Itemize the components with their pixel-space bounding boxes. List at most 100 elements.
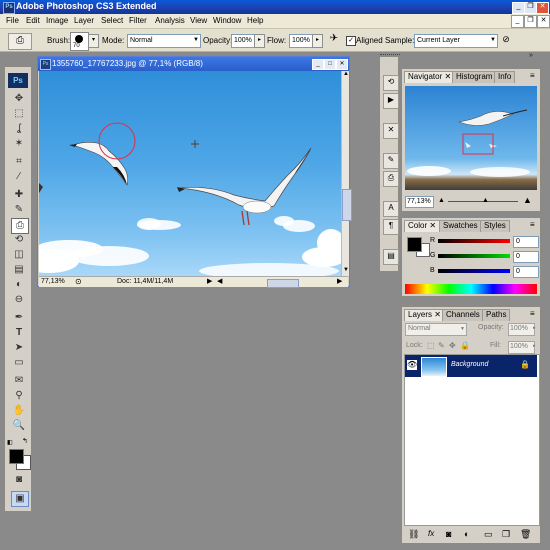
menu-file[interactable]: File	[6, 16, 19, 25]
opacity-arrow-icon[interactable]: ▸	[533, 325, 536, 331]
path-selection-icon[interactable]: ➤	[11, 341, 27, 355]
eyedropper-tool-icon[interactable]: ⚲	[11, 389, 27, 403]
document-close-icon[interactable]: ✕	[336, 59, 348, 70]
pen-tool-icon[interactable]: ✒	[11, 311, 27, 325]
foreground-color-swatch[interactable]	[9, 449, 24, 464]
channel-r-input[interactable]: 0	[513, 236, 539, 248]
dodge-tool-icon[interactable]: ⊖	[11, 293, 27, 307]
swap-colors-icon[interactable]: ↰	[22, 437, 28, 445]
brush-picker[interactable]: 70	[70, 32, 89, 51]
eraser-tool-icon[interactable]: ◫	[11, 248, 27, 262]
opacity-slider-icon[interactable]: ▸	[254, 34, 265, 48]
clone-stamp-preset-icon[interactable]: ⎙	[8, 33, 32, 50]
menu-help[interactable]: Help	[247, 16, 263, 25]
document-minimize-icon[interactable]: _	[312, 59, 324, 70]
menu-filter[interactable]: Filter	[129, 16, 147, 25]
visibility-eye-icon[interactable]: 👁	[407, 360, 417, 370]
status-menu-icon[interactable]: ▶	[207, 277, 212, 285]
zoom-tool-icon[interactable]: 🔍	[11, 419, 27, 433]
scroll-left-icon[interactable]: ◀	[217, 277, 222, 285]
horizontal-scroll-thumb[interactable]	[267, 279, 299, 288]
doc-minimize-icon[interactable]: _	[511, 15, 524, 28]
lock-transparent-icon[interactable]: ⬚	[427, 341, 435, 350]
history-panel-icon[interactable]: ⟲	[383, 75, 399, 91]
fill-arrow-icon[interactable]: ▸	[533, 343, 536, 349]
navigator-zoom-input[interactable]: 77,13%	[405, 196, 434, 208]
menu-view[interactable]: View	[190, 16, 207, 25]
panel-menu-icon[interactable]: ≡	[530, 220, 535, 229]
menu-analysis[interactable]: Analysis	[155, 16, 185, 25]
channel-b-slider[interactable]	[438, 269, 510, 273]
vertical-scrollbar[interactable]: ▲ ▼	[341, 71, 352, 276]
zoom-out-icon[interactable]: ▲	[438, 197, 445, 204]
magic-wand-icon[interactable]: ✶	[11, 137, 27, 151]
scroll-down-icon[interactable]: ▼	[342, 267, 350, 276]
flow-slider-icon[interactable]: ▸	[312, 34, 323, 48]
lock-image-icon[interactable]: ✎	[438, 341, 445, 350]
tab-color[interactable]: Color ✕	[404, 220, 441, 232]
history-brush-icon[interactable]: ⟲	[11, 233, 27, 247]
vertical-scroll-thumb[interactable]	[342, 189, 352, 221]
adjustment-layer-icon[interactable]: ◐	[464, 529, 469, 539]
shape-tool-icon[interactable]: ▭	[11, 356, 27, 370]
clone-stamp-tool-icon[interactable]: ⎙	[11, 218, 29, 234]
hand-tool-icon[interactable]: ✋	[11, 404, 27, 418]
navigator-slider-handle[interactable]: ▲	[482, 197, 489, 204]
slice-tool-icon[interactable]: ⁄	[11, 170, 27, 184]
image-canvas[interactable]	[39, 71, 341, 276]
scroll-right-icon[interactable]: ▶	[337, 277, 342, 285]
doc-restore-icon[interactable]: ❐	[524, 15, 537, 28]
zoom-in-icon[interactable]: ▲	[523, 195, 532, 205]
default-colors-icon[interactable]: ◧	[7, 439, 13, 446]
marquee-tool-icon[interactable]: ⬚	[11, 107, 27, 121]
layer-comps-icon[interactable]: ▤	[383, 249, 399, 265]
lasso-tool-icon[interactable]: ʆ	[11, 122, 27, 136]
tab-layers[interactable]: Layers ✕	[404, 309, 445, 321]
airbrush-icon[interactable]: ✈	[327, 33, 341, 47]
panel-menu-icon[interactable]: ≡	[530, 309, 535, 318]
quick-mask-icon[interactable]: ◙	[11, 473, 27, 487]
aligned-checkbox[interactable]: ✓	[346, 36, 356, 46]
color-spectrum-bar[interactable]	[405, 284, 537, 294]
tab-navigator[interactable]: Navigator ✕	[404, 71, 456, 83]
healing-brush-icon[interactable]: ✚	[11, 188, 27, 202]
layer-name[interactable]: Background	[451, 361, 488, 368]
paragraph-panel-icon[interactable]: ¶	[383, 219, 399, 235]
channel-g-slider[interactable]	[438, 254, 510, 258]
screen-mode-icon[interactable]: ▣	[11, 491, 29, 507]
layer-row[interactable]: 👁 Background 🔒	[405, 355, 537, 377]
channel-g-input[interactable]: 0	[513, 251, 539, 263]
tab-histogram[interactable]: Histogram	[452, 71, 497, 83]
new-group-icon[interactable]: ▭	[484, 529, 493, 540]
brush-tool-icon[interactable]: ✎	[11, 203, 27, 217]
brush-dropdown-icon[interactable]: ▾	[88, 34, 99, 48]
clone-source-icon[interactable]: ⎙	[383, 171, 399, 187]
notes-tool-icon[interactable]: ✉	[11, 374, 27, 388]
layer-opacity-input[interactable]: 100%	[508, 323, 535, 336]
actions-panel-icon[interactable]: ▶	[383, 93, 399, 109]
gradient-tool-icon[interactable]: ▤	[11, 263, 27, 277]
collapse-panels-icon[interactable]: »	[529, 52, 533, 59]
layer-style-icon[interactable]: fx	[428, 529, 434, 538]
lock-position-icon[interactable]: ✥	[449, 341, 456, 350]
delete-layer-icon[interactable]: 🗑	[520, 529, 531, 540]
sample-select[interactable]: Current Layer ▼	[414, 34, 498, 48]
menu-edit[interactable]: Edit	[26, 16, 40, 25]
channel-r-slider[interactable]	[438, 239, 510, 243]
menu-image[interactable]: Image	[46, 16, 68, 25]
move-tool-icon[interactable]: ✥	[11, 92, 27, 106]
close-icon[interactable]: ✕	[536, 2, 549, 14]
blend-mode-select[interactable]: Normal ▼	[405, 323, 467, 336]
tab-channels[interactable]: Channels	[442, 309, 484, 321]
scroll-up-icon[interactable]: ▲	[342, 71, 350, 80]
channel-b-input[interactable]: 0	[513, 266, 539, 278]
crop-tool-icon[interactable]: ⌗	[11, 155, 27, 169]
brushes-panel-icon[interactable]: ✎	[383, 153, 399, 169]
document-maximize-icon[interactable]: □	[324, 59, 336, 70]
panel-menu-icon[interactable]: ≡	[530, 71, 535, 80]
tab-paths[interactable]: Paths	[482, 309, 511, 321]
tab-styles[interactable]: Styles	[480, 220, 510, 232]
ps-logo-icon[interactable]: Ps	[8, 73, 28, 88]
tool-presets-icon[interactable]: ✕	[383, 123, 399, 139]
blur-tool-icon[interactable]: ◐	[11, 278, 27, 292]
